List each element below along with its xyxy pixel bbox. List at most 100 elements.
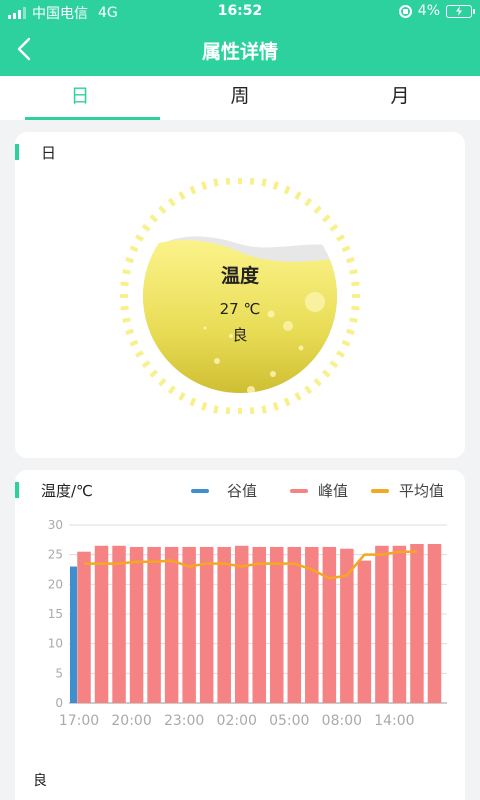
gauge-tick — [249, 178, 255, 185]
temperature-gauge: 温度 27 ℃ 良 — [120, 178, 360, 414]
gauge-tick — [335, 350, 345, 358]
gauge-tick — [329, 223, 339, 232]
gauge-tick — [313, 377, 322, 387]
peak-bar — [129, 546, 144, 703]
gauge-tick — [349, 317, 358, 323]
tab-month[interactable]: 月 — [320, 76, 480, 120]
gauge-tick — [313, 205, 322, 215]
gauge-tick — [141, 360, 151, 369]
legend-swatch-valley — [191, 488, 209, 493]
gauge-tick — [122, 317, 131, 323]
gauge-label: 温度 — [221, 264, 260, 287]
peak-bar — [182, 546, 196, 703]
gauge-tick — [335, 234, 345, 242]
gauge-tick — [283, 397, 291, 407]
y-tick-label: 20 — [48, 577, 63, 591]
peak-bar — [112, 545, 126, 703]
chart-footer-label: 良 — [33, 773, 47, 789]
y-tick-label: 10 — [48, 637, 63, 651]
peak-bar — [427, 543, 442, 703]
gauge-tick — [158, 205, 167, 215]
gauge-tick — [178, 191, 186, 201]
temperature-chart: 0 5 10 15 20 25 30 17:00 20:00 23:00 02:00 05:00 08:… — [48, 518, 447, 729]
peak-bar — [322, 546, 337, 703]
valley-bar — [70, 566, 77, 703]
peak-bar — [375, 545, 389, 703]
gauge-tick — [178, 391, 186, 401]
y-tick-label: 15 — [48, 607, 63, 621]
legend-item-valley[interactable]: 谷值 — [191, 480, 257, 501]
gauge-tick — [167, 385, 176, 395]
gauge-tick — [272, 181, 279, 191]
tab-week[interactable]: 周 — [160, 76, 320, 120]
gauge-tick — [321, 369, 331, 378]
gauge-tick — [120, 305, 129, 311]
tab-day[interactable]: 日 — [0, 76, 160, 120]
gauge-tick — [135, 350, 145, 358]
gauge-tick — [294, 391, 302, 401]
peak-bar — [270, 546, 284, 703]
gauge-tick — [341, 245, 351, 253]
gauge-tick — [125, 257, 135, 264]
gauge-tick — [351, 281, 360, 287]
battery-charging-icon — [446, 4, 475, 18]
gauge-tick — [283, 185, 291, 195]
gauge-tick — [149, 369, 159, 378]
peak-bar — [252, 546, 266, 703]
summary-card-title: 日 — [15, 142, 56, 163]
gauge-tick — [321, 214, 331, 223]
gauge-tick — [189, 397, 197, 407]
battery-percent: 4% — [417, 3, 440, 19]
legend-item-peak[interactable]: 峰值 — [290, 480, 348, 501]
gauge-tick — [304, 197, 313, 207]
y-tick-label: 30 — [48, 518, 63, 532]
gauge-tick — [261, 405, 267, 414]
gauge-tick — [225, 178, 231, 185]
peak-bar — [287, 546, 302, 703]
gauge-tick — [201, 401, 208, 411]
gauge-tick — [225, 407, 231, 414]
gauge-status: 良 — [232, 326, 247, 344]
gauge-tick — [120, 281, 129, 287]
gauge-tick — [122, 269, 131, 275]
x-tick-label: 08:00 — [322, 713, 362, 729]
gauge-tick — [304, 385, 313, 395]
legend-label-average: 平均值 — [399, 482, 445, 500]
gauge-tick — [261, 178, 267, 187]
gauge-tick — [249, 407, 255, 414]
gauge-tick — [272, 401, 279, 411]
gauge-tick — [345, 257, 355, 264]
peak-bar — [94, 545, 109, 703]
summary-card: 日 温度 27 ℃ 良 — [15, 132, 465, 458]
peak-bar — [410, 543, 424, 703]
nav-bar: 属性详情 — [0, 24, 480, 76]
x-tick-label: 14:00 — [374, 713, 414, 729]
gauge-tick — [213, 405, 219, 414]
gauge-value: 27 ℃ — [220, 300, 261, 318]
y-tick-label: 0 — [55, 696, 63, 710]
x-tick-label: 02:00 — [217, 713, 257, 729]
x-tick-label: 20:00 — [111, 713, 151, 729]
x-tick-label: 05:00 — [269, 713, 309, 729]
legend-item-average[interactable]: 平均值 — [371, 480, 444, 501]
peak-bar — [357, 560, 372, 703]
status-right: 4% — [398, 3, 475, 19]
legend-swatch-average — [371, 488, 389, 493]
y-tick-label: 25 — [48, 548, 63, 562]
period-tabs: 日 周 月 — [0, 76, 480, 120]
gauge-tick — [158, 377, 167, 387]
gauge-tick — [189, 185, 197, 195]
chart-card-title: 温度/℃ — [15, 480, 93, 501]
gauge-tick — [345, 328, 355, 335]
chart-card: 温度/℃ 谷值 峰值 平均值 0 5 10 15 20 25 30 17:00 20:00 23:… — [15, 470, 465, 800]
peak-bar — [392, 545, 407, 703]
orientation-lock-icon — [398, 4, 412, 18]
gauge-liquid — [143, 199, 337, 393]
peak-bar — [217, 546, 231, 703]
peak-bar — [147, 546, 161, 703]
gauge-tick — [135, 234, 145, 242]
gauge-tick — [141, 223, 151, 232]
gauge-tick — [213, 178, 219, 187]
gauge-tick — [351, 305, 360, 311]
gauge-tick — [129, 245, 139, 253]
